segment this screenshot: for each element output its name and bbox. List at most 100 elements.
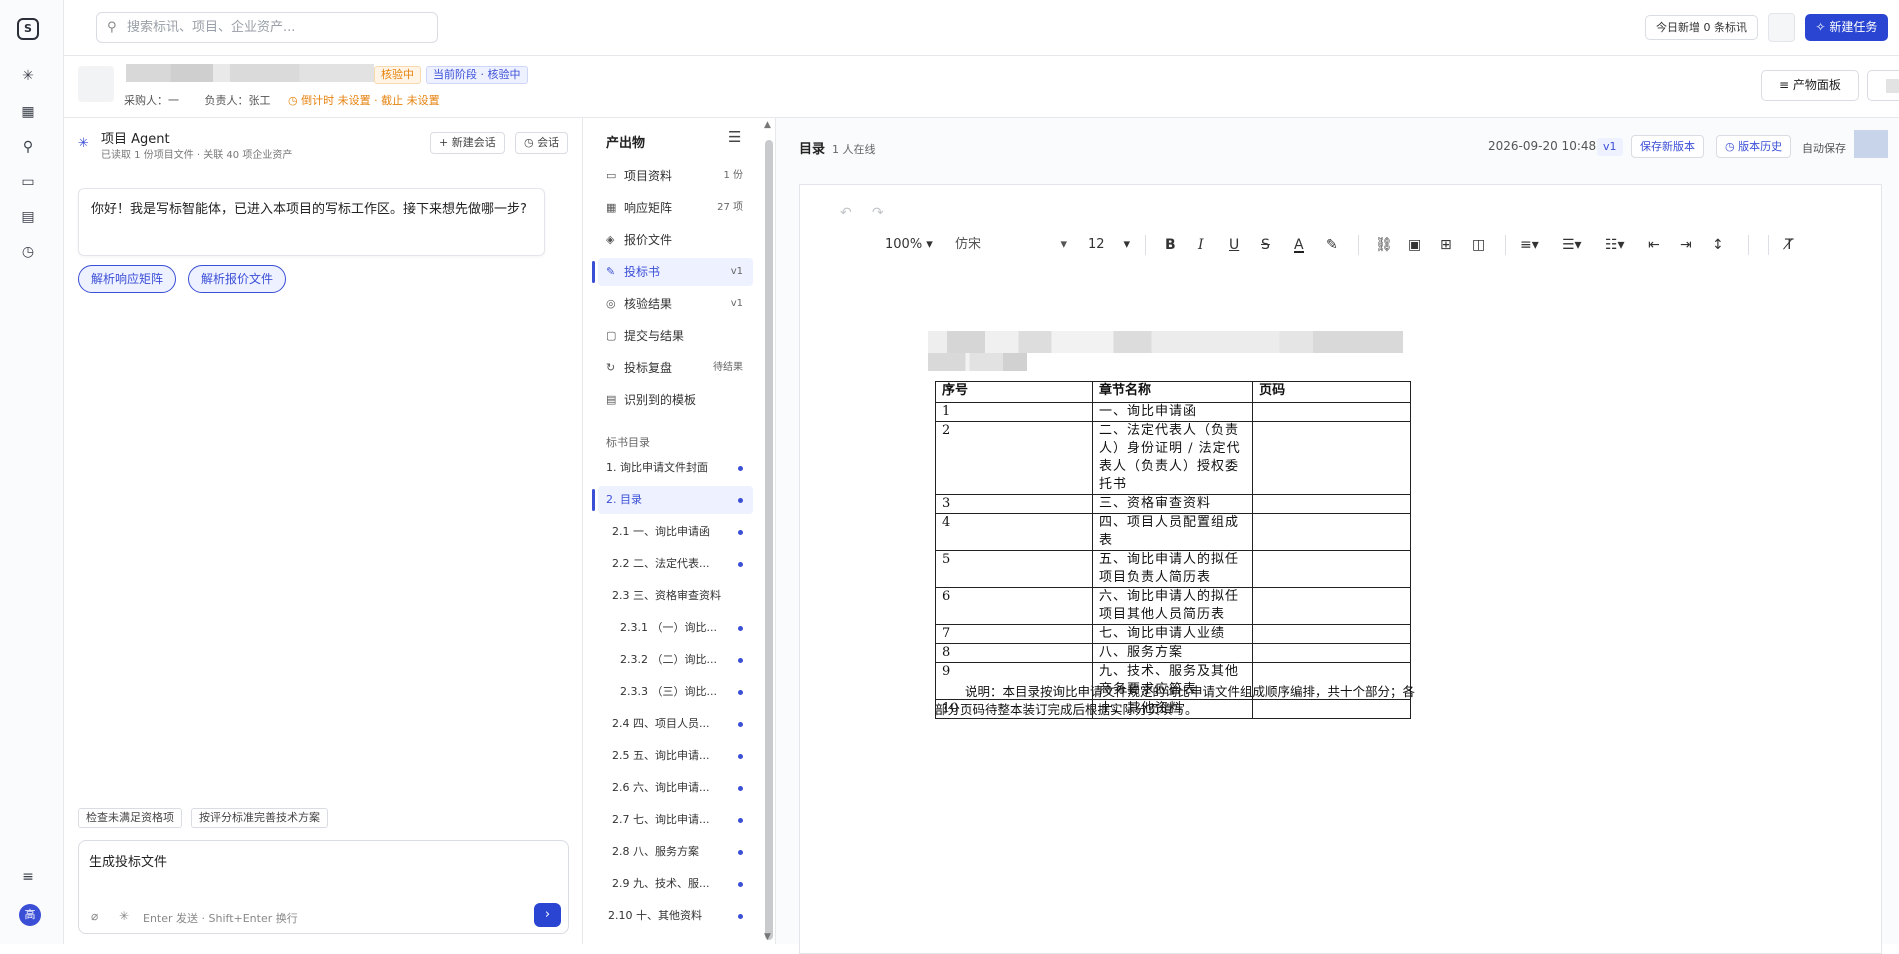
document-icon: ▤ [606,393,617,406]
scroll-up-icon[interactable]: ▲ [764,120,771,130]
toc-item[interactable]: 2.6 六、询比申请... [598,774,753,802]
font-family-select[interactable]: 仿宋 ▾ [955,235,1067,255]
toc-item[interactable]: 2.5 五、询比申请... [598,742,753,770]
user-avatar[interactable]: 高 [19,904,41,926]
check-circle-icon: ◎ [606,297,616,310]
italic-icon[interactable]: I [1198,235,1204,255]
new-task-button[interactable]: ✧ 新建任务 [1805,14,1888,41]
suggestion-chip[interactable]: 检查未满足资格项 [78,808,182,828]
global-search-input[interactable]: ⚲ 搜索标讯、项目、企业资产... [96,12,438,43]
composer-input[interactable]: 生成投标文件 [89,851,167,870]
folder-icon[interactable]: ▭ [18,172,38,192]
image-icon[interactable]: ▣ [1408,235,1421,255]
sparkle-icon[interactable]: ✳ [119,909,129,923]
toc-table[interactable]: 序号 章节名称 页码 1 一、询比申请函 2 二、法定代表人（负责人）身份证明 / … [935,381,1411,719]
document-note[interactable]: 说明：本目录按询比申请文件规定的询比申请文件组成顺序编排，共十个部分；各部分页码… [935,683,1425,719]
artifact-board-button[interactable]: ≡ 产物面板 [1761,70,1859,101]
toc-item[interactable]: 2.3 三、资格审查资料 [598,582,753,610]
scroll-down-icon[interactable]: ▼ [764,932,771,942]
today-new-button[interactable]: 今日新增 0 条标讯 [1645,15,1758,40]
left-rail: S ✳ ▦ ⚲ ▭ ▤ ◷ ≡ 高 [0,0,64,944]
toc-item[interactable]: 2.8 八、服务方案 [598,838,753,866]
table-row[interactable]: 2 二、法定代表人（负责人）身份证明 / 法定代表人（负责人）授权委托书 [935,421,1411,495]
toc-item[interactable]: 2.7 七、询比申请... [598,806,753,834]
toc-item[interactable]: 2.9 九、技术、服... [598,870,753,898]
menu-icon[interactable]: ≡ [18,867,38,887]
line-height-icon[interactable]: ↕ [1712,235,1724,255]
grid-icon[interactable]: ▦ [18,102,38,122]
attach-icon[interactable]: ⌀ [91,909,98,923]
save-version-button[interactable]: 保存新版本 [1631,135,1704,158]
agent-icon[interactable]: ✳ [18,66,38,86]
toc-item[interactable]: 2.1 一、询比申请函 [598,518,753,546]
collaborator-avatar[interactable] [1854,130,1888,158]
undo-icon[interactable]: ↶ [840,205,852,221]
artifact-item-response-matrix[interactable]: ▦ 响应矩阵 27 项 [598,194,753,222]
outdent-icon[interactable]: ⇤ [1648,235,1660,255]
table-row[interactable]: 5 五、询比申请人的拟任项目负责人简历表 [935,550,1411,588]
book-icon[interactable]: ▤ [18,207,38,227]
toc-item[interactable]: 2.3.2 （二）询比... [598,646,753,674]
font-size-select[interactable]: 12 ▾ [1088,235,1130,255]
table-row[interactable]: 7 七、询比申请人业绩 [935,624,1411,644]
align-icon[interactable]: ≡▾ [1520,235,1539,255]
clock-icon: ◷ [1725,140,1739,153]
table-row[interactable]: 6 六、询比申请人的拟任项目其他人员简历表 [935,587,1411,625]
toc-item[interactable]: 2.4 四、项目人员... [598,710,753,738]
link-icon[interactable]: ⛓ [1375,235,1393,255]
bold-icon[interactable]: B [1165,235,1176,255]
text-color-icon[interactable]: A [1294,235,1304,253]
toc-item[interactable]: 2.3.3 （三）询比... [598,678,753,706]
status-badge: 核验中 [374,66,421,84]
highlight-icon[interactable]: ✎ [1326,235,1338,255]
send-button[interactable]: › [534,903,561,927]
artifact-item-project-docs[interactable]: ▭ 项目资料 1 份 [598,162,753,190]
table-icon[interactable]: ⊞ [1440,235,1452,255]
table-row[interactable]: 8 八、服务方案 [935,643,1411,663]
toc-item-active[interactable]: 2. 目录 [592,486,753,514]
sidebar-scrollbar[interactable]: ▲ ▼ [764,120,774,944]
numbered-list-icon[interactable]: ☷▾ [1605,235,1625,255]
refresh-icon: ↻ [606,361,616,374]
last-saved-time: 2026-09-20 10:48 [1488,139,1597,153]
quick-action-chip[interactable]: 解析响应矩阵 [78,265,177,293]
bullet-list-icon[interactable]: ☰▾ [1562,235,1582,255]
agent-panel: ✳ 项目 Agent 已读取 1 份项目文件 · 关联 40 项企业资产 + 新… [64,118,583,944]
app-logo-icon[interactable]: S [17,18,39,40]
artifact-item-review[interactable]: ↻ 投标复盘 待结果 [598,354,753,382]
toc-item[interactable]: 1. 询比申请文件封面 [598,454,753,482]
editor-title: 目录 [799,142,826,157]
underline-icon[interactable]: U [1229,235,1239,255]
table-row[interactable]: 1 一、询比申请函 [935,402,1411,422]
artifact-item-templates[interactable]: ▤ 识别到的模板 [598,386,753,414]
redo-icon[interactable]: ↷ [872,205,884,221]
toc-item[interactable]: 2.10 十、其他资料 [598,902,753,930]
document-editor: 目录 1 人在线 2026-09-20 10:48 v1 保存新版本 ◷ 版本历… [775,118,1899,954]
artifact-item-bid-document[interactable]: ✎ 投标书 v1 [592,258,753,286]
indent-icon[interactable]: ⇥ [1680,235,1692,255]
toc-item[interactable]: 2.3.1 （一）询比... [598,614,753,642]
suggestion-chip[interactable]: 按评分标准完善技术方案 [191,808,328,828]
scrollbar-thumb[interactable] [765,140,773,940]
placeholder-square[interactable] [1768,13,1795,42]
table-row[interactable]: 3 三、资格审查资料 [935,494,1411,514]
search-icon[interactable]: ⚲ [18,137,38,157]
table-row[interactable]: 4 四、项目人员配置组成表 [935,513,1411,551]
version-history-button[interactable]: ◷ 版本历史 [1716,135,1792,158]
columns-icon[interactable]: ◫ [1472,235,1485,255]
artifact-item-submission[interactable]: ▢ 提交与结果 [598,322,753,350]
strikethrough-icon[interactable]: S [1261,235,1270,255]
quick-action-chip[interactable]: 解析报价文件 [188,265,287,293]
message-composer[interactable]: 生成投标文件 ⌀ ✳ Enter 发送 · Shift+Enter 换行 › [78,840,569,934]
artifact-item-quote-file[interactable]: ◈ 报价文件 [598,226,753,254]
document-page[interactable]: ↶ ↷ 100% ▾ 仿宋 ▾ 12 ▾ B I U S A ✎ ⛓ ▣ ⊞ ◫ ≡… [799,184,1882,954]
zoom-select[interactable]: 100% ▾ [885,235,933,255]
redacted-button[interactable] [1867,70,1899,101]
new-session-button[interactable]: + 新建会话 [430,132,505,154]
list-menu-icon[interactable]: ☰ [728,128,741,146]
sessions-button[interactable]: ◷ 会话 [515,132,569,154]
artifact-item-verify-result[interactable]: ◎ 核验结果 v1 [598,290,753,318]
toc-item[interactable]: 2.2 二、法定代表... [598,550,753,578]
clock-icon[interactable]: ◷ [18,242,38,262]
clear-format-icon[interactable]: T̸ [1785,235,1794,255]
